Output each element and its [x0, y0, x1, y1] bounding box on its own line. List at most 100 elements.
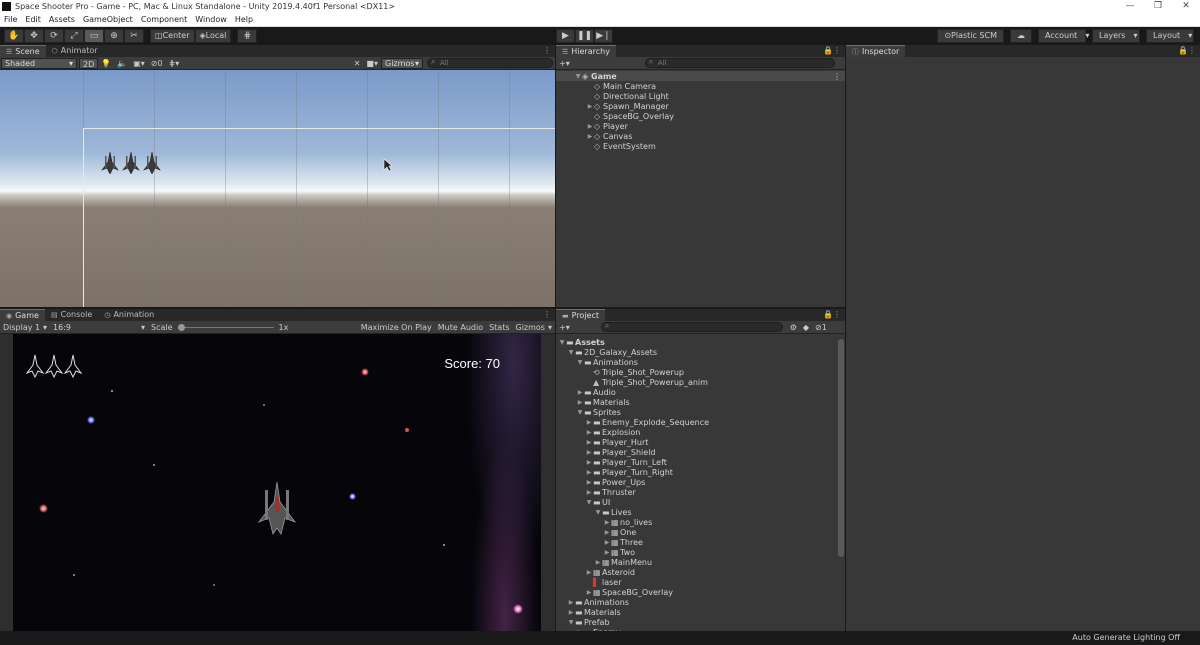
hand-tool-button[interactable]: ✋ — [4, 29, 24, 43]
expand-arrow-icon[interactable]: ▶ — [586, 133, 594, 140]
shading-dropdown[interactable]: Shaded ▾ — [1, 57, 77, 69]
grid-dropdown[interactable]: ⋕▾ — [166, 58, 183, 69]
project-item[interactable]: ▶ ▬ Animations — [556, 597, 845, 607]
expand-arrow-icon[interactable]: ▶ — [585, 489, 593, 496]
audio-toggle[interactable]: 🔈 — [114, 58, 130, 69]
scale-slider[interactable] — [177, 322, 274, 333]
life-ship-sprite[interactable] — [101, 152, 119, 174]
project-scrollbar[interactable] — [838, 339, 844, 557]
tab-hierarchy[interactable]: ☰ Hierarchy — [556, 45, 616, 57]
expand-arrow-icon[interactable]: ▶ — [594, 559, 602, 566]
expand-arrow-icon[interactable]: ▼ — [576, 359, 584, 366]
scale-tool-button[interactable]: ⤢ — [64, 29, 84, 43]
lock-icon[interactable]: 🔒 — [823, 309, 833, 321]
grid-snap-button[interactable]: ⋕ — [237, 29, 258, 43]
menu-assets[interactable]: Assets — [49, 15, 75, 24]
tab-project[interactable]: ▬ Project — [556, 309, 605, 321]
panel-menu-icon[interactable]: ⋮ — [543, 309, 551, 321]
project-item[interactable]: ⟲ Triple_Shot_Powerup — [556, 367, 845, 377]
expand-arrow-icon[interactable]: ▶ — [603, 549, 611, 556]
scene-menu-icon[interactable]: ⋮ — [833, 72, 841, 81]
project-item[interactable]: ▶ ▦ Two — [556, 547, 845, 557]
expand-arrow-icon[interactable]: ▶ — [585, 439, 593, 446]
menu-file[interactable]: File — [4, 15, 17, 24]
mute-audio-toggle[interactable]: Mute Audio — [435, 322, 486, 333]
tab-game[interactable]: ◉ Game — [0, 309, 45, 321]
project-item[interactable]: ▼ ▬ Animations — [556, 357, 845, 367]
expand-arrow-icon[interactable]: ▶ — [585, 449, 593, 456]
display-dropdown[interactable]: Display 1 ▾ — [0, 322, 50, 333]
project-item[interactable]: ▼ ▬ Sprites — [556, 407, 845, 417]
project-item[interactable]: ▼ ▬ UI — [556, 497, 845, 507]
life-ship-sprite[interactable] — [122, 152, 140, 174]
hierarchy-item-canvas[interactable]: ▶ ◇ Canvas — [556, 131, 845, 141]
lighting-toggle[interactable]: 💡 — [98, 58, 114, 69]
game-viewport[interactable]: Score: 70 — [13, 334, 541, 631]
expand-arrow-icon[interactable]: ▶ — [586, 103, 594, 110]
scene-search-input[interactable]: All — [427, 58, 553, 68]
menu-edit[interactable]: Edit — [25, 15, 41, 24]
project-item[interactable]: ▶ ▬ Thruster — [556, 487, 845, 497]
effects-dropdown[interactable]: ▣▾ — [130, 58, 148, 69]
account-dropdown[interactable]: Account ▾ — [1038, 29, 1089, 43]
expand-arrow-icon[interactable]: ▶ — [585, 479, 593, 486]
panel-menu-icon[interactable]: ⋮ — [833, 45, 841, 57]
project-item[interactable]: ▼ ▬ Assets — [556, 337, 845, 347]
2d-toggle[interactable]: 2D — [79, 57, 99, 69]
project-item[interactable]: ▶ ▬ Materials — [556, 397, 845, 407]
hierarchy-item-player[interactable]: ▶ ◇ Player — [556, 121, 845, 131]
project-item[interactable]: ▶ ▬ Power_Ups — [556, 477, 845, 487]
scene-root[interactable]: ▼ ◈ Game ⋮ — [556, 71, 845, 81]
menu-window[interactable]: Window — [195, 15, 227, 24]
project-item[interactable]: ▼ ▬ 2D_Galaxy_Assets — [556, 347, 845, 357]
project-item[interactable]: ▶ ▬ Materials — [556, 607, 845, 617]
project-item[interactable]: ▶ ▬ Explosion — [556, 427, 845, 437]
layout-dropdown[interactable]: Layout ▾ — [1146, 29, 1194, 43]
project-item[interactable]: ▶ ▦ MainMenu — [556, 557, 845, 567]
scene-viewport[interactable] — [0, 70, 555, 307]
expand-arrow-icon[interactable]: ▶ — [603, 519, 611, 526]
layers-dropdown[interactable]: Layers ▾ — [1092, 29, 1140, 43]
expand-arrow-icon[interactable]: ▶ — [576, 389, 584, 396]
tab-scene[interactable]: ☰ Scene — [0, 45, 46, 57]
expand-arrow-icon[interactable]: ▼ — [574, 73, 582, 80]
project-item[interactable]: ▶ ▬ Player_Turn_Right — [556, 467, 845, 477]
expand-arrow-icon[interactable]: ▶ — [603, 529, 611, 536]
project-search-input[interactable] — [600, 322, 783, 332]
expand-arrow-icon[interactable]: ▼ — [594, 509, 602, 516]
minimize-button[interactable]: — — [1116, 0, 1144, 13]
expand-arrow-icon[interactable]: ▼ — [585, 499, 593, 506]
maximize-on-play-toggle[interactable]: Maximize On Play — [358, 322, 435, 333]
project-item[interactable]: ▼ ▬ Prefab — [556, 617, 845, 627]
hierarchy-item-directional-light[interactable]: ◇ Directional Light — [556, 91, 845, 101]
cloud-button[interactable]: ☁ — [1010, 29, 1032, 43]
hierarchy-item-spawn-manager[interactable]: ▶ ◇ Spawn_Manager — [556, 101, 845, 111]
search-by-type-button[interactable]: ⚙ — [787, 322, 800, 333]
life-ship-sprite[interactable] — [143, 152, 161, 174]
create-dropdown[interactable]: +▾ — [556, 322, 573, 333]
project-item[interactable]: ▶ ▬ Player_Hurt — [556, 437, 845, 447]
aspect-dropdown[interactable]: 16:9 ▾ — [50, 322, 148, 333]
expand-arrow-icon[interactable]: ▶ — [585, 569, 593, 576]
expand-arrow-icon[interactable]: ▶ — [585, 429, 593, 436]
panel-menu-icon[interactable]: ⋮ — [543, 45, 551, 57]
project-item[interactable]: ▶ ▦ no_lives — [556, 517, 845, 527]
expand-arrow-icon[interactable]: ▶ — [585, 589, 593, 596]
search-by-label-button[interactable]: ◆ — [800, 322, 812, 333]
panel-menu-icon[interactable]: ⋮ — [833, 309, 841, 321]
expand-arrow-icon[interactable]: ▶ — [585, 419, 593, 426]
panel-menu-icon[interactable]: ⋮ — [1188, 45, 1196, 57]
hidden-packages-button[interactable]: ⊘1 — [812, 322, 830, 333]
rotate-tool-button[interactable]: ⟳ — [44, 29, 64, 43]
move-tool-button[interactable]: ✥ — [24, 29, 44, 43]
tab-console[interactable]: ▤ Console — [45, 309, 98, 321]
play-button[interactable]: ▶ — [556, 29, 575, 43]
project-item[interactable]: ▶ ▬ Player_Turn_Left — [556, 457, 845, 467]
expand-arrow-icon[interactable]: ▼ — [567, 349, 575, 356]
expand-arrow-icon[interactable]: ▶ — [576, 399, 584, 406]
expand-arrow-icon[interactable]: ▶ — [586, 123, 594, 130]
hidden-objects-button[interactable]: ⊘0 — [148, 58, 166, 69]
plastic-scm-button[interactable]: ⊙ Plastic SCM — [937, 29, 1004, 43]
project-item[interactable]: ▲ Triple_Shot_Powerup_anim — [556, 377, 845, 387]
tab-inspector[interactable]: ⓘ Inspector — [846, 45, 906, 57]
